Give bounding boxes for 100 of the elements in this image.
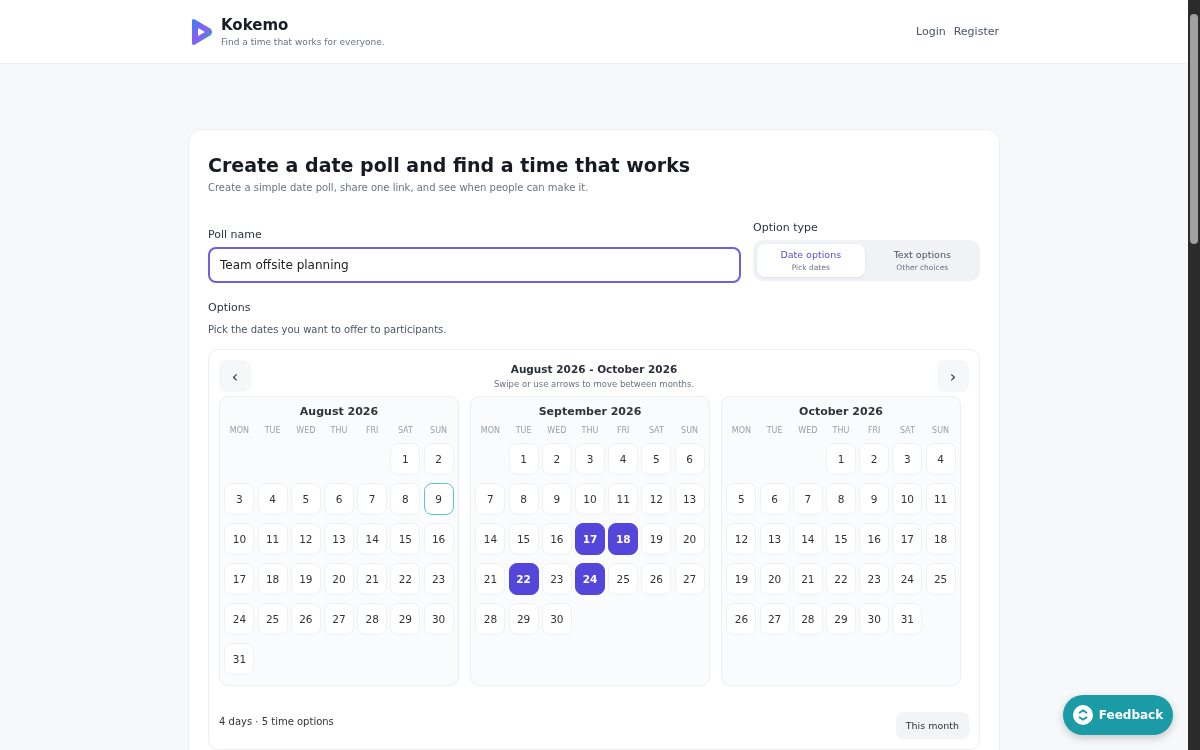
day-button[interactable]: 8 (508, 483, 539, 515)
day-button[interactable]: 7 (475, 483, 506, 515)
day-button[interactable]: 24 (575, 563, 605, 595)
day-button[interactable]: 11 (257, 523, 288, 555)
day-button[interactable]: 21 (475, 563, 506, 595)
day-button[interactable]: 19 (641, 523, 672, 555)
day-button[interactable]: 12 (641, 483, 672, 515)
day-button[interactable]: 19 (290, 563, 321, 595)
day-button[interactable]: 6 (759, 483, 790, 515)
feedback-icon (1072, 705, 1093, 725)
day-button[interactable]: 29 (390, 603, 421, 635)
next-button[interactable]: › (937, 360, 969, 392)
day-button[interactable]: 14 (357, 523, 388, 555)
day-button[interactable]: 24 (224, 603, 255, 635)
day-button[interactable]: 13 (324, 523, 354, 555)
day-button[interactable]: 1 (390, 443, 421, 475)
day-button[interactable]: 3 (575, 443, 605, 475)
day-button[interactable]: 15 (826, 523, 856, 555)
day-button[interactable]: 10 (575, 483, 605, 515)
poll-name-field[interactable]: Team offsite planning (208, 247, 741, 283)
day-button[interactable]: 3 (224, 483, 255, 515)
day-button[interactable]: 30 (859, 603, 890, 635)
day-button[interactable]: 16 (423, 523, 454, 555)
day-button[interactable]: 29 (826, 603, 856, 635)
this-month-button[interactable]: This month (895, 712, 969, 739)
day-button[interactable]: 21 (357, 563, 388, 595)
day-button[interactable]: 9 (859, 483, 890, 515)
day-button[interactable]: 2 (541, 443, 572, 475)
day-button[interactable]: 9 (423, 483, 454, 515)
day-button[interactable]: 18 (608, 523, 639, 555)
day-button[interactable]: 15 (508, 523, 539, 555)
day-button[interactable]: 27 (674, 563, 705, 595)
day-button[interactable]: 15 (390, 523, 421, 555)
day-button[interactable]: 28 (357, 603, 388, 635)
day-button[interactable]: 14 (475, 523, 506, 555)
day-button[interactable]: 18 (257, 563, 288, 595)
day-button[interactable]: 4 (608, 443, 639, 475)
day-button[interactable]: 24 (892, 563, 923, 595)
day-button[interactable]: 22 (390, 563, 421, 595)
day-button[interactable]: 8 (390, 483, 421, 515)
day-button[interactable]: 12 (726, 523, 757, 555)
day-button[interactable]: 17 (224, 563, 255, 595)
day-button[interactable]: 30 (541, 603, 572, 635)
day-button[interactable]: 23 (541, 563, 572, 595)
day-button[interactable]: 11 (608, 483, 639, 515)
day-button[interactable]: 2 (423, 443, 454, 475)
day-button[interactable]: 25 (608, 563, 639, 595)
day-button[interactable]: 27 (324, 603, 354, 635)
day-button[interactable]: 1 (508, 443, 539, 475)
day-button[interactable]: 19 (726, 563, 757, 595)
day-button[interactable]: 22 (826, 563, 856, 595)
day-button[interactable]: 6 (674, 443, 705, 475)
day-button[interactable]: 7 (357, 483, 388, 515)
day-button[interactable]: 27 (759, 603, 790, 635)
day-button[interactable]: 8 (826, 483, 856, 515)
day-button[interactable]: 10 (892, 483, 923, 515)
day-button[interactable]: 5 (726, 483, 757, 515)
day-button[interactable]: 7 (792, 483, 823, 515)
day-button[interactable]: 21 (792, 563, 823, 595)
day-button[interactable]: 5 (290, 483, 321, 515)
day-button[interactable]: 17 (575, 523, 605, 555)
day-button[interactable]: 4 (925, 443, 956, 475)
day-button[interactable]: 26 (726, 603, 757, 635)
day-button[interactable]: 29 (508, 603, 539, 635)
day-button[interactable]: 10 (224, 523, 255, 555)
day-button[interactable]: 13 (759, 523, 790, 555)
nav-link[interactable]: Register (953, 25, 999, 38)
day-button[interactable]: 4 (257, 483, 288, 515)
day-button[interactable]: 12 (290, 523, 321, 555)
day-button[interactable]: 2 (859, 443, 890, 475)
nav-link[interactable]: Login (916, 25, 946, 38)
day-button[interactable]: 16 (859, 523, 890, 555)
day-button[interactable]: 3 (892, 443, 923, 475)
day-button[interactable]: 1 (826, 443, 856, 475)
day-button[interactable]: 22 (508, 563, 539, 595)
day-button[interactable]: 23 (423, 563, 454, 595)
day-button[interactable]: 26 (641, 563, 672, 595)
day-button[interactable]: 9 (541, 483, 572, 515)
day-button[interactable]: 5 (641, 443, 672, 475)
day-button[interactable]: 11 (925, 483, 956, 515)
day-button[interactable]: 14 (792, 523, 823, 555)
previous-button[interactable]: ‹ (219, 360, 251, 392)
day-button[interactable]: 31 (892, 603, 923, 635)
day-button[interactable]: 16 (541, 523, 572, 555)
day-button[interactable]: 20 (674, 523, 705, 555)
day-button[interactable]: 20 (759, 563, 790, 595)
day-button[interactable]: 20 (324, 563, 354, 595)
day-button[interactable]: 31 (224, 643, 255, 675)
day-button[interactable]: 28 (792, 603, 823, 635)
day-button[interactable]: 17 (892, 523, 923, 555)
day-button[interactable]: 6 (324, 483, 354, 515)
day-button[interactable]: 30 (423, 603, 454, 635)
day-button[interactable]: 25 (257, 603, 288, 635)
day-button[interactable]: 26 (290, 603, 321, 635)
day-button[interactable]: 23 (859, 563, 890, 595)
day-button[interactable]: 28 (475, 603, 506, 635)
day-button[interactable]: 25 (925, 563, 956, 595)
scrollbar[interactable] (1188, 0, 1200, 750)
day-button[interactable]: 18 (925, 523, 956, 555)
day-button[interactable]: 13 (674, 483, 705, 515)
